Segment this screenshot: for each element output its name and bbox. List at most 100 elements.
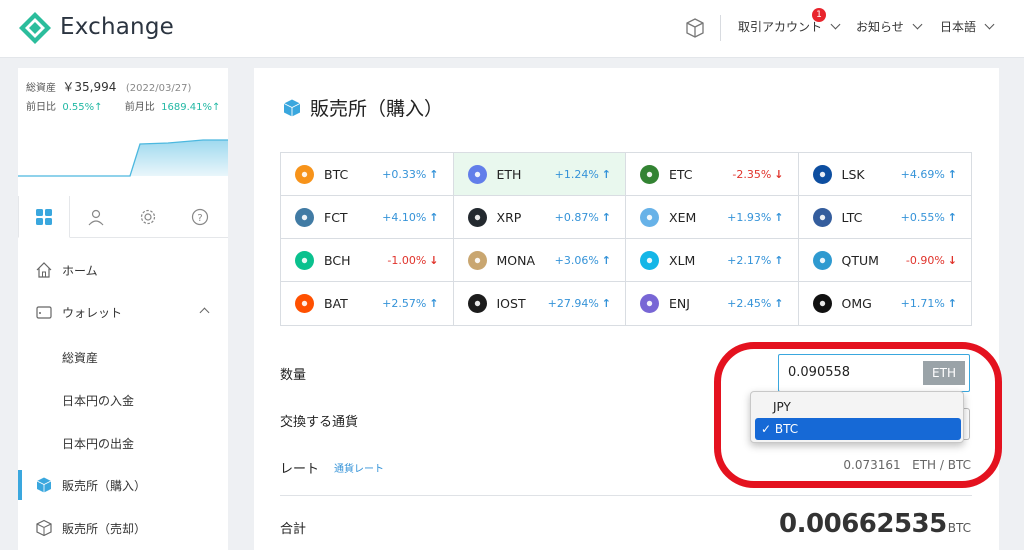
sidebar-item-sell[interactable]: 販売所（売却）	[18, 508, 228, 548]
trading-account-menu[interactable]: 取引アカウント	[738, 18, 841, 35]
sidebar-item-buy[interactable]: 販売所（購入）	[18, 465, 228, 505]
coin-cell-eth[interactable]: ETH +1.24% ↑	[453, 153, 626, 196]
coin-cell-ltc[interactable]: LTC +0.55% ↑	[798, 196, 971, 239]
brand-name[interactable]: Exchange	[60, 14, 174, 40]
total-assets-date: (2022/03/27)	[125, 83, 192, 94]
chevron-down-icon	[912, 19, 923, 30]
coin-cell-xrp[interactable]: XRP +0.87% ↑	[453, 196, 626, 239]
divider	[280, 495, 972, 496]
coin-cell-btc[interactable]: BTC +0.33% ↑	[281, 153, 454, 196]
coin-change-value: +1.93%	[727, 210, 772, 224]
coin-symbol: MONA	[496, 252, 536, 268]
tab-menu[interactable]	[18, 196, 70, 238]
tab-help[interactable]: ?	[174, 196, 226, 238]
arrow-up-icon: ↑	[429, 297, 439, 310]
sidebar-item-total-assets[interactable]: 総資産	[62, 349, 98, 366]
tab-account[interactable]	[70, 196, 122, 238]
coin-cell-etc[interactable]: ETC -2.35% ↓	[626, 153, 799, 196]
day-change-value: 0.55%↑	[62, 102, 103, 113]
help-icon: ?	[191, 208, 209, 226]
logo-icon[interactable]	[18, 11, 52, 45]
coin-change: +4.69% ↑	[901, 168, 957, 181]
grid-icon	[36, 208, 52, 225]
arrow-up-icon: ↑	[601, 297, 611, 310]
news-menu[interactable]: お知らせ	[856, 18, 923, 35]
coin-change-value: +4.10%	[382, 210, 427, 224]
change-summary: 前日比 0.55%↑ 前月比 1689.41%↑	[26, 98, 220, 113]
coin-change: +2.45% ↑	[727, 297, 783, 310]
sidebar-item-home[interactable]: ホーム	[18, 250, 228, 290]
page-title-text: 販売所（購入）	[310, 98, 444, 120]
coin-cell-enj[interactable]: ENJ +2.45% ↑	[626, 282, 799, 325]
coin-cell-iost[interactable]: IOST +27.94% ↑	[454, 282, 626, 325]
coin-change-value: +1.71%	[900, 297, 945, 310]
coin-change: +1.93% ↑	[727, 211, 783, 224]
coin-symbol: BTC	[324, 166, 349, 182]
coin-cell-qtum[interactable]: QTUM -0.90% ↓	[798, 239, 971, 282]
coin-cell-bat[interactable]: BAT +2.57% ↑	[281, 282, 454, 325]
coin-symbol: ETH	[496, 166, 522, 182]
cube-outline-icon	[34, 518, 54, 538]
coin-cell-bch[interactable]: BCH -1.00% ↓	[281, 239, 454, 282]
sidebar-item-jpy-withdraw[interactable]: 日本円の出金	[62, 435, 134, 452]
quantity-label: 数量	[280, 368, 307, 383]
enj-icon	[640, 294, 659, 313]
lsk-icon	[812, 164, 832, 184]
language-menu[interactable]: 日本語	[940, 18, 995, 35]
xrp-icon	[467, 207, 487, 227]
top-header: Exchange 取引アカウント 1 お知らせ 日本語	[0, 0, 1024, 58]
svg-text:?: ?	[197, 213, 202, 224]
coin-cell-xem[interactable]: XEM +1.93% ↑	[626, 196, 799, 239]
chevron-down-icon	[984, 19, 995, 30]
coin-change: +0.87% ↑	[555, 211, 611, 224]
arrow-up-icon: ↑	[601, 167, 611, 181]
coin-change-value: +2.17%	[727, 253, 772, 267]
home-icon	[34, 260, 54, 280]
coin-change: +2.57% ↑	[382, 297, 438, 310]
highlight-annotation	[714, 342, 1002, 488]
sidebar-item-label: 販売所（売却）	[62, 521, 147, 536]
xem-icon	[640, 207, 659, 227]
coin-change-value: +4.69%	[900, 167, 945, 181]
coin-grid: BTC +0.33% ↑ ETH +1.24% ↑ ETC -2.35% ↓ LSK +4.69% ↑…	[280, 152, 972, 326]
arrow-down-icon: ↓	[429, 253, 439, 267]
coin-symbol: FCT	[324, 209, 348, 225]
coin-cell-fct[interactable]: FCT +4.10% ↑	[281, 196, 454, 239]
coin-cell-mona[interactable]: MONA +3.06% ↑	[453, 239, 626, 282]
coin-change: +1.24% ↑	[555, 168, 611, 181]
coin-cell-xlm[interactable]: XLM +2.17% ↑	[626, 239, 799, 282]
news-label: お知らせ	[856, 20, 904, 34]
arrow-up-icon: ↑	[774, 297, 784, 310]
sidebar-item-label: ホーム	[62, 263, 98, 278]
cube-icon[interactable]	[684, 17, 706, 39]
sidebar-item-label: ウォレット	[62, 305, 123, 320]
tab-settings[interactable]	[122, 196, 174, 238]
arrow-up-icon: ↑	[947, 297, 957, 310]
sidebar-item-wallet[interactable]: ウォレット	[18, 292, 228, 332]
coin-cell-omg[interactable]: OMG +1.71% ↑	[799, 282, 972, 325]
rate-link[interactable]: 通貨レート	[334, 460, 384, 475]
coin-symbol: OMG	[841, 296, 872, 311]
arrow-up-icon: ↑	[774, 253, 784, 267]
coin-change: +2.17% ↑	[727, 254, 783, 267]
arrow-up-icon: ↑	[947, 167, 957, 181]
omg-icon	[812, 294, 832, 313]
sidebar-item-jpy-deposit[interactable]: 日本円の入金	[62, 392, 134, 409]
coin-symbol: LSK	[841, 166, 865, 182]
coin-change: -1.00% ↓	[387, 254, 438, 267]
coin-change: +3.06% ↑	[555, 254, 611, 267]
cube-icon	[34, 475, 54, 495]
coin-change: +27.94% ↑	[548, 297, 611, 310]
coin-change: +4.10% ↑	[382, 211, 438, 224]
total-assets-summary: 総資産 ￥35,994 (2022/03/27)	[26, 78, 191, 95]
coin-change-value: -0.90%	[905, 253, 945, 267]
day-change-label: 前日比	[26, 102, 56, 113]
qtum-icon	[812, 250, 832, 270]
coin-change: +0.33% ↑	[382, 168, 438, 181]
chevron-up-icon[interactable]	[199, 307, 210, 318]
btc-icon	[295, 164, 314, 184]
arrow-up-icon: ↑	[429, 210, 439, 224]
coin-change: +1.71% ↑	[901, 297, 957, 310]
coin-cell-lsk[interactable]: LSK +4.69% ↑	[798, 153, 971, 196]
currency-label: 交換する通貨	[280, 415, 359, 430]
